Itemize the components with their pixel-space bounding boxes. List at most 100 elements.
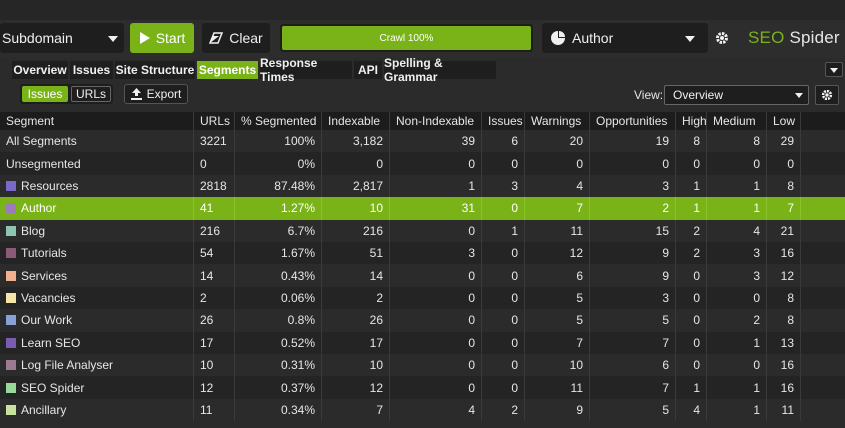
- table-cell: 20: [525, 130, 590, 153]
- segment-color-swatch: [6, 382, 16, 393]
- clear-label: Clear: [229, 30, 263, 46]
- table-cell: 11: [767, 398, 801, 422]
- export-button[interactable]: Export: [124, 84, 188, 104]
- column-header[interactable]: Issues: [482, 112, 525, 130]
- table-cell: 4: [390, 398, 482, 422]
- table-cell: 1: [676, 174, 707, 198]
- urls-toggle-button[interactable]: URLs: [71, 86, 111, 102]
- table-cell: 0: [707, 354, 767, 377]
- tab-issues[interactable]: Issues: [70, 61, 113, 79]
- table-cell: 9: [590, 242, 676, 265]
- table-cell: 3: [590, 286, 676, 310]
- issues-toggle-button[interactable]: Issues: [22, 86, 68, 102]
- table-cell: 16: [767, 354, 801, 377]
- view-select[interactable]: Overview: [664, 85, 809, 105]
- table-cell: 11: [525, 219, 590, 242]
- crawl-mode-select[interactable]: Subdomain: [0, 23, 124, 53]
- table-cell: 13: [767, 331, 801, 354]
- table-cell: 5: [590, 398, 676, 422]
- tab-api[interactable]: API: [354, 61, 382, 79]
- table-cell: 0: [482, 242, 525, 265]
- logo-seo: SEO: [748, 28, 785, 47]
- config-settings-button[interactable]: [710, 23, 734, 53]
- table-row[interactable]: Blog 216 6.7% 216 0 1 11 15 2 4 21: [0, 219, 845, 242]
- tab-overview[interactable]: Overview: [12, 61, 68, 79]
- column-header[interactable]: Opportunities: [590, 112, 676, 130]
- table-cell: 2: [194, 286, 235, 310]
- table-cell: 0: [482, 286, 525, 310]
- crawl-mode-label: Subdomain: [2, 30, 73, 46]
- table-cell: 0: [676, 354, 707, 377]
- column-header[interactable]: High: [676, 112, 707, 130]
- table-cell: 3: [707, 242, 767, 265]
- table-cell: 2818: [194, 174, 235, 198]
- table-row[interactable]: SEO Spider 12 0.37% 12 0 0 11 7 1 1 16: [0, 376, 845, 399]
- table-cell: 0.43%: [235, 264, 322, 287]
- tab-response-times[interactable]: Response Times: [260, 56, 352, 84]
- table-row[interactable]: Vacancies 2 0.06% 2 0 0 5 3 0 0 8: [0, 286, 845, 310]
- tab-spelling-grammar[interactable]: Spelling & Grammar: [384, 56, 496, 84]
- table-cell: 9: [590, 264, 676, 287]
- table-row[interactable]: Unsegmented 0 0% 0 0 0 0 0 0 0 0: [0, 152, 845, 175]
- table-row[interactable]: Our Work 26 0.8% 26 0 0 5 5 0 2 8: [0, 309, 845, 332]
- table-row[interactable]: Learn SEO 17 0.52% 17 0 0 7 7 0 1 13: [0, 331, 845, 354]
- view-label: View:: [634, 88, 664, 102]
- table-cell: 7: [525, 197, 590, 220]
- table-cell: 4: [525, 174, 590, 198]
- config-profile-select[interactable]: Author: [542, 23, 708, 53]
- column-header[interactable]: Non-Indexable: [390, 112, 482, 130]
- table-cell: 0: [676, 152, 707, 175]
- view-settings-button[interactable]: [815, 85, 839, 105]
- table-cell: 1.67%: [235, 242, 322, 265]
- table-cell: 1: [707, 197, 767, 220]
- segment-cell: Unsegmented: [0, 152, 194, 175]
- column-header[interactable]: Indexable: [322, 112, 390, 130]
- segment-color-swatch: [6, 270, 16, 281]
- column-header[interactable]: Warnings: [525, 112, 590, 130]
- tab-overflow-menu[interactable]: [825, 62, 843, 77]
- table-cell: 16: [767, 376, 801, 399]
- table-cell: 3: [390, 242, 482, 265]
- table-row[interactable]: Author 41 1.27% 10 31 0 7 2 1 1 7: [0, 197, 845, 220]
- table-cell: 1: [707, 398, 767, 422]
- segment-cell: Our Work: [0, 309, 194, 332]
- table-row[interactable]: Ancillary 11 0.34% 7 4 2 9 5 4 1 11: [0, 398, 845, 422]
- segment-name: Vacancies: [21, 290, 76, 305]
- column-header[interactable]: Segment: [0, 112, 194, 130]
- upload-icon: [130, 88, 142, 100]
- start-button[interactable]: Start: [130, 23, 194, 53]
- table-cell: 8: [767, 174, 801, 198]
- table-cell: 7: [590, 331, 676, 354]
- tab-segments[interactable]: Segments: [197, 61, 258, 79]
- table-cell: 19: [590, 130, 676, 153]
- table-cell: 54: [194, 242, 235, 265]
- tab-site-structure[interactable]: Site Structure: [115, 61, 195, 79]
- column-header[interactable]: % Segmented: [235, 112, 322, 130]
- crawl-progress-text: Crawl 100%: [379, 32, 434, 44]
- segment-cell: Tutorials: [0, 242, 194, 265]
- table-cell: 3: [707, 264, 767, 287]
- table-cell: 14: [194, 264, 235, 287]
- table-cell: 2: [707, 309, 767, 332]
- table-row[interactable]: Log File Analyser 10 0.31% 10 0 0 10 6 0 0 16: [0, 354, 845, 377]
- table-cell: 8: [767, 286, 801, 310]
- column-header[interactable]: Medium: [707, 112, 767, 130]
- segment-cell: Ancillary: [0, 398, 194, 422]
- column-header[interactable]: Low: [767, 112, 801, 130]
- table-cell: 51: [322, 242, 390, 265]
- table-cell: 3,182: [322, 130, 390, 153]
- table-cell: 17: [194, 331, 235, 354]
- table-row[interactable]: Services 14 0.43% 14 0 0 6 9 0 3 12: [0, 264, 845, 287]
- table-cell: 0: [482, 331, 525, 354]
- segment-name: Resources: [21, 178, 79, 193]
- table-cell: 39: [390, 130, 482, 153]
- table-cell: 0: [482, 264, 525, 287]
- table-row[interactable]: All Segments 3221 100% 3,182 39 6 20 19 8 8 29: [0, 130, 845, 153]
- table-cell: 10: [322, 197, 390, 220]
- table-cell: 0.34%: [235, 398, 322, 422]
- table-cell: 6: [482, 130, 525, 153]
- clear-button[interactable]: Clear: [202, 23, 270, 53]
- table-row[interactable]: Resources 2818 87.48% 2,817 1 3 4 3 1 1 8: [0, 174, 845, 198]
- column-header[interactable]: URLs: [194, 112, 235, 130]
- table-row[interactable]: Tutorials 54 1.67% 51 3 0 12 9 2 3 16: [0, 242, 845, 265]
